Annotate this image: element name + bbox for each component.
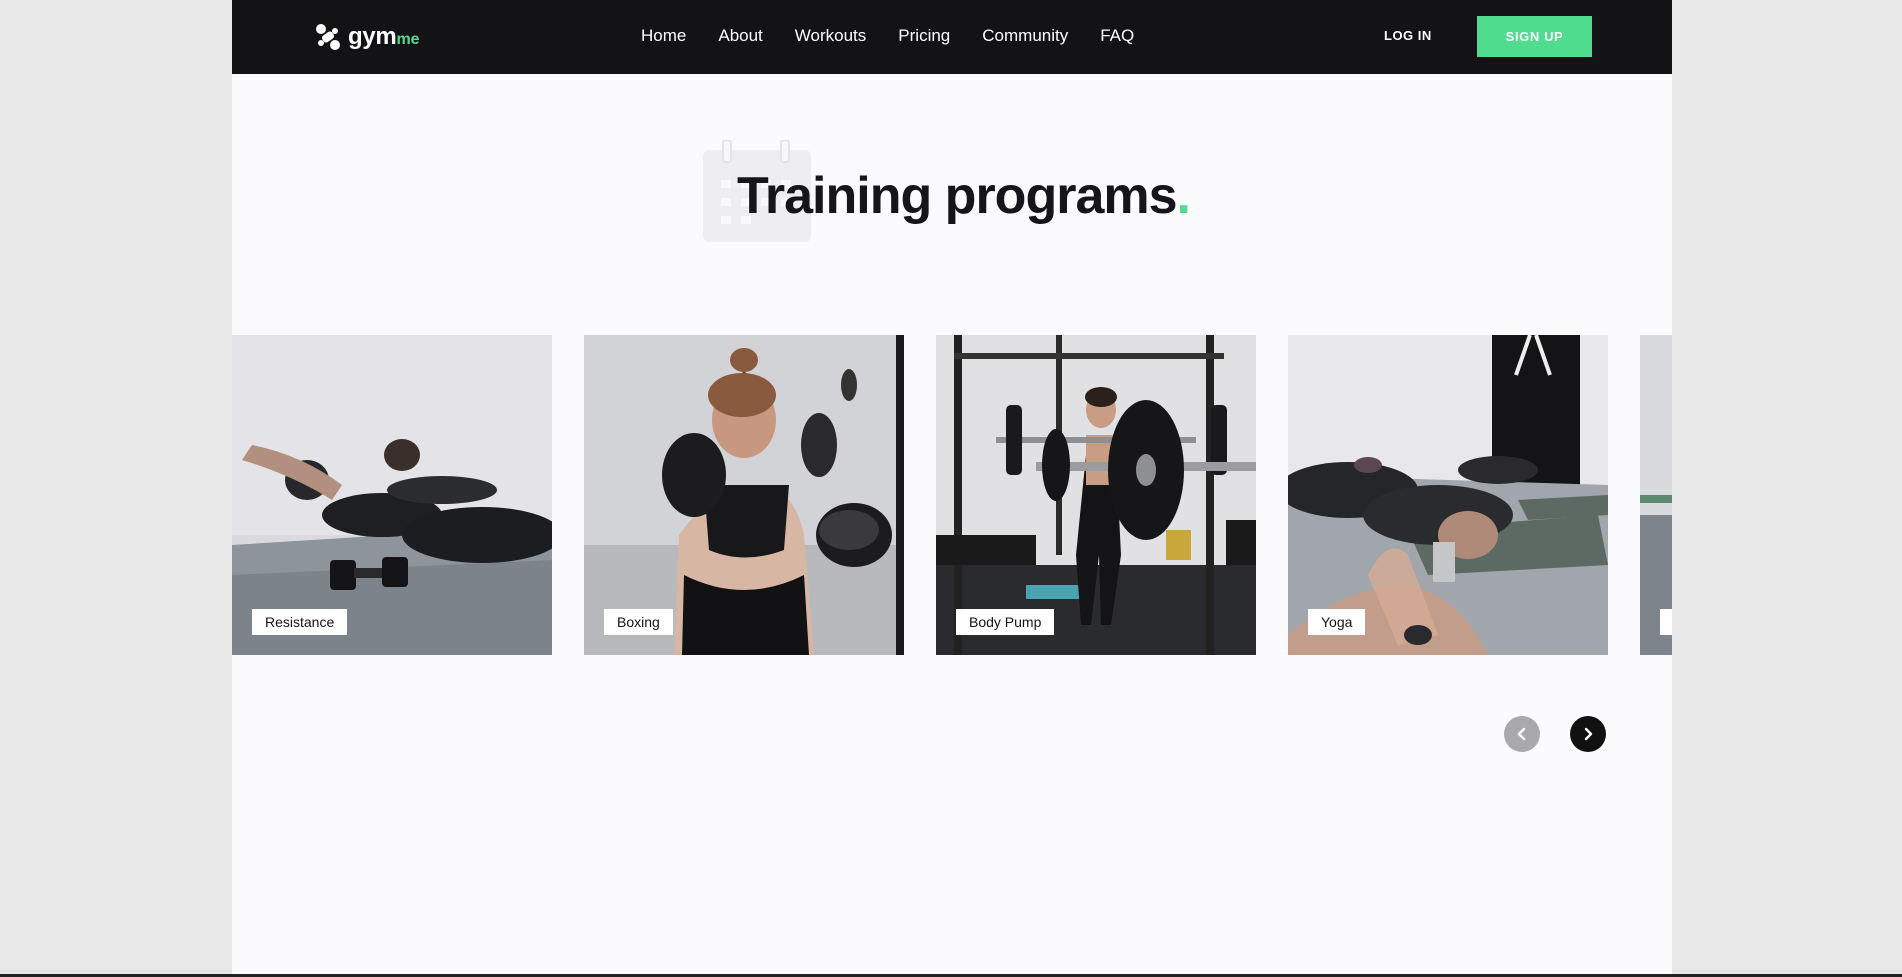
logo-suffix: me (396, 31, 420, 48)
nav-link-pricing[interactable]: Pricing (898, 24, 950, 48)
carousel-prev-button[interactable] (1504, 716, 1540, 752)
carousel-next-button[interactable] (1570, 716, 1606, 752)
program-photo (1640, 335, 1672, 655)
nav-link-faq[interactable]: FAQ (1100, 24, 1134, 48)
program-card-body-pump[interactable]: Body Pump (936, 335, 1256, 655)
title-accent-dot: . (1176, 167, 1191, 225)
boxing-photo (584, 335, 904, 655)
program-card-resistance[interactable]: Resistance (232, 335, 552, 655)
signup-button[interactable]: SIGN UP (1477, 16, 1592, 57)
nav-link-home[interactable]: Home (641, 24, 686, 48)
nav-link-about[interactable]: About (718, 24, 762, 48)
top-nav: gym me Home About Workouts Pricing Commu… (232, 0, 1672, 74)
chevron-left-icon (1517, 727, 1526, 741)
program-label: Yoga (1308, 609, 1366, 635)
logo[interactable]: gym me (313, 20, 420, 54)
program-label: Resistance (252, 609, 348, 635)
program-card-partial[interactable] (1640, 335, 1672, 655)
program-card-boxing[interactable]: Boxing (584, 335, 904, 655)
page: gym me Home About Workouts Pricing Commu… (232, 0, 1672, 974)
program-label: Body Pump (956, 609, 1055, 635)
section-title-text: Training programs (737, 167, 1178, 225)
chevron-right-icon (1584, 727, 1593, 741)
program-card-yoga[interactable]: Yoga (1288, 335, 1608, 655)
nav-links: Home About Workouts Pricing Community FA… (641, 24, 1166, 48)
login-link[interactable]: LOG IN (1384, 28, 1432, 43)
program-label (1660, 609, 1672, 635)
program-label: Boxing (604, 609, 673, 635)
nav-link-community[interactable]: Community (982, 24, 1068, 48)
logo-icon (316, 24, 340, 50)
section-title: Training programs. (737, 164, 1191, 228)
nav-link-workouts[interactable]: Workouts (795, 24, 867, 48)
body-pump-photo (936, 335, 1256, 655)
logo-name: gym (348, 23, 397, 50)
yoga-photo (1288, 335, 1608, 655)
resistance-photo (232, 335, 552, 655)
